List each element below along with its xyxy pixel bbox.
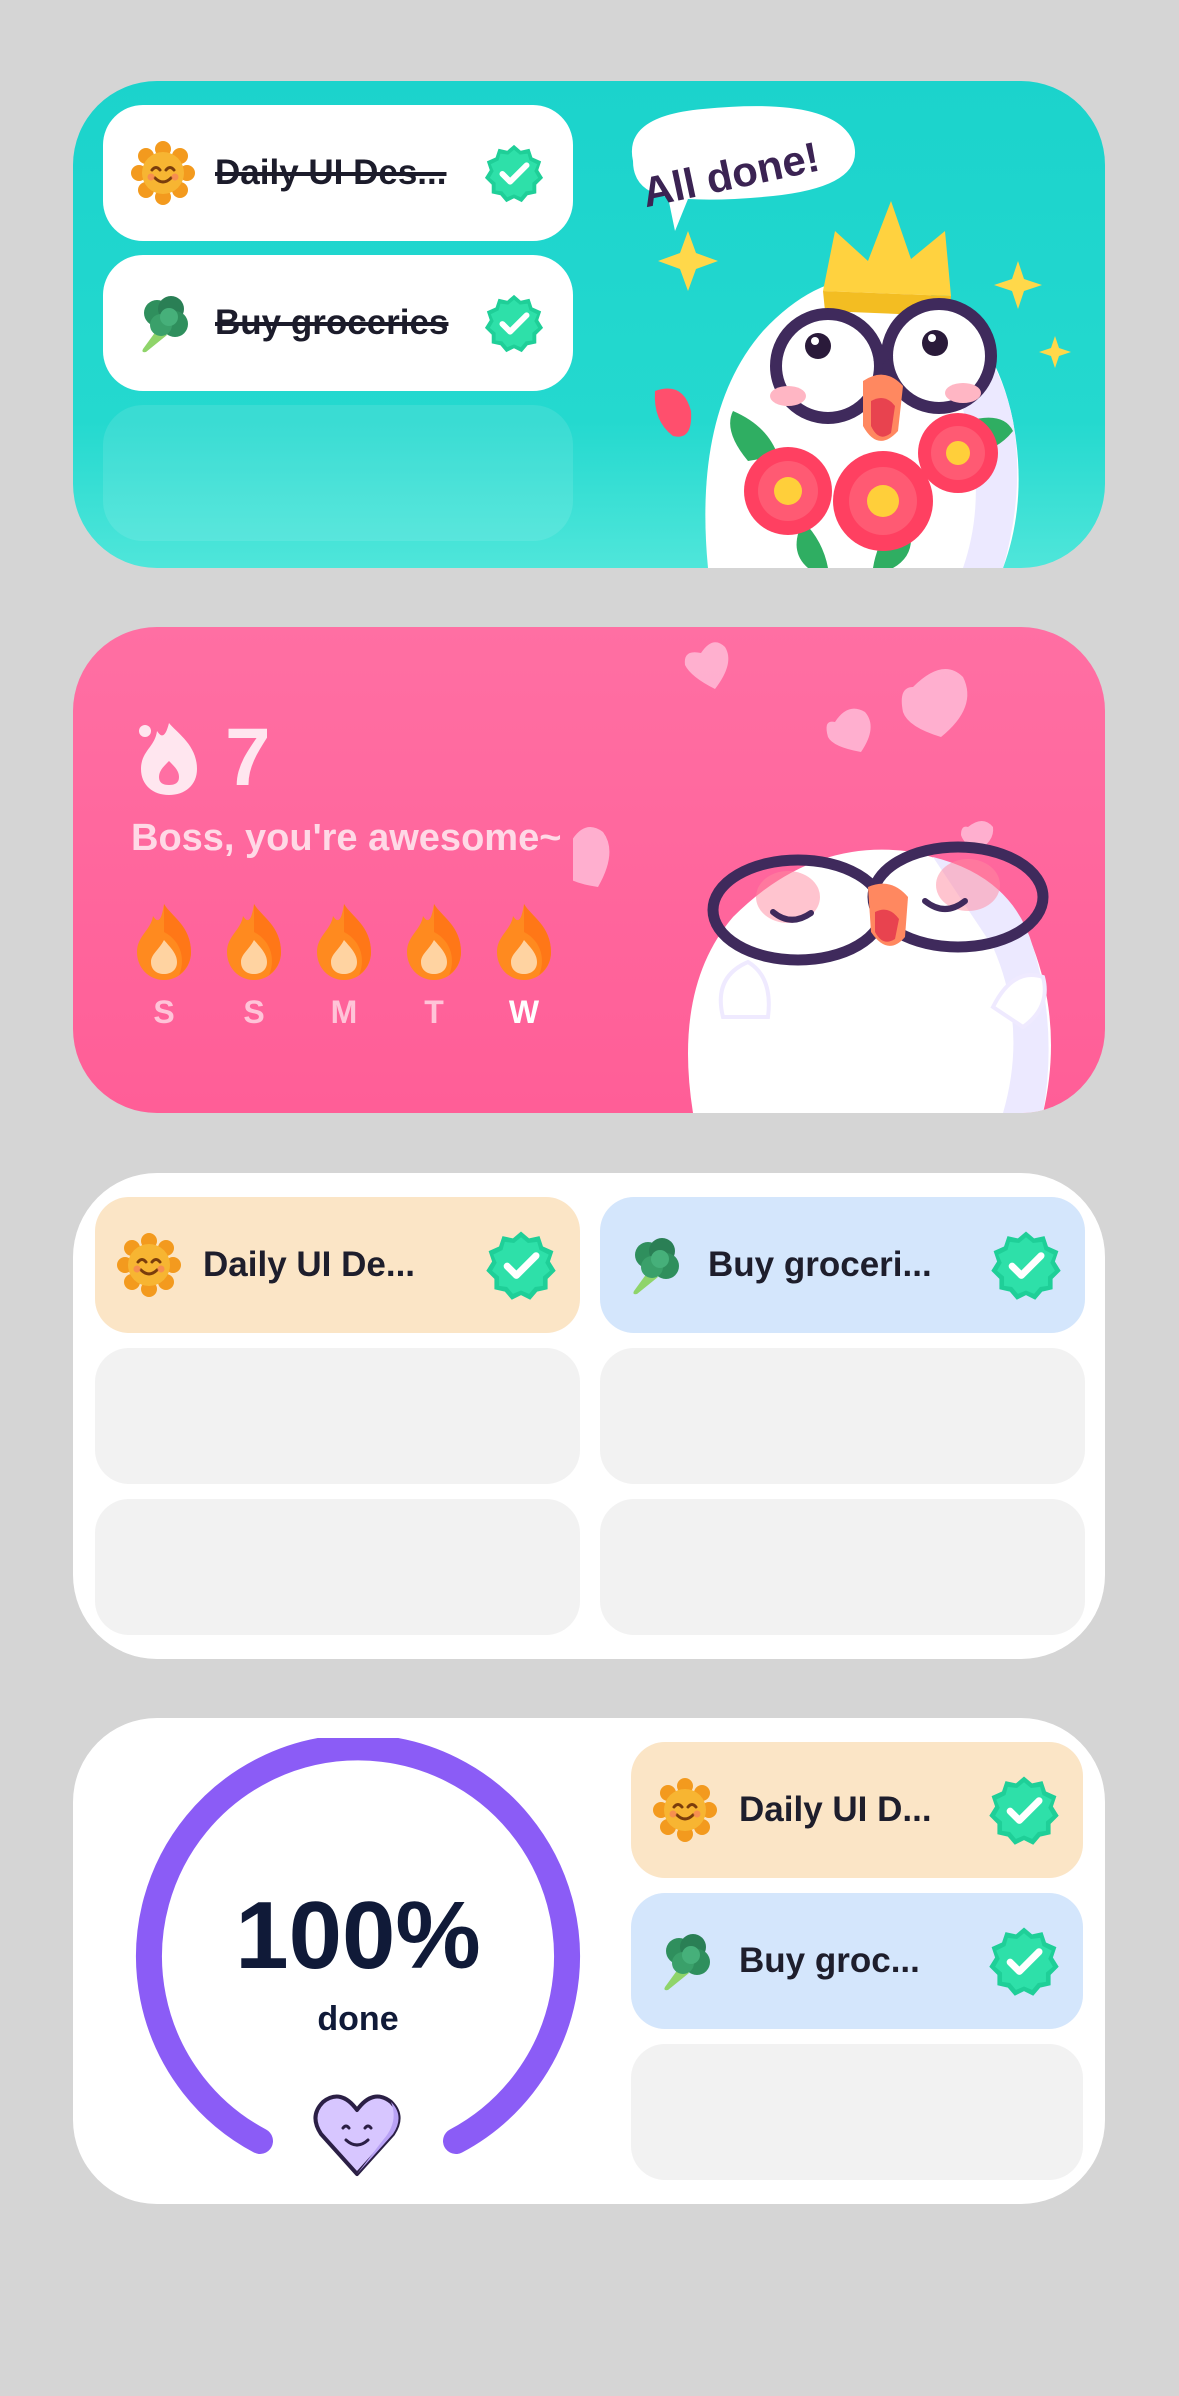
smiling-sun-icon — [131, 141, 195, 205]
day-item: T — [401, 902, 467, 1031]
check-badge-icon[interactable] — [483, 142, 545, 204]
check-badge-icon[interactable] — [483, 292, 545, 354]
motivation-text: Boss, you're awesome~ — [131, 817, 562, 859]
empty-task-slot — [103, 405, 573, 541]
day-item: S — [131, 902, 197, 1031]
day-label: T — [424, 994, 444, 1030]
broccoli-icon — [653, 1929, 717, 1993]
smiling-heart-icon — [313, 2094, 401, 2176]
check-badge-icon[interactable] — [989, 1228, 1063, 1302]
todo-done-widget[interactable]: Daily UI Des... Buy groceries All done! — [73, 81, 1105, 568]
day-label: M — [330, 994, 358, 1030]
task-label: Buy groceri... — [708, 1245, 932, 1284]
progress-sub-label: done — [317, 2000, 399, 2038]
day-label: W — [508, 994, 540, 1030]
broccoli-icon — [622, 1233, 686, 1297]
streak-count: 7 — [225, 712, 271, 803]
flame-icon — [491, 902, 557, 982]
empty-task-slot — [631, 2044, 1083, 2180]
day-item-today: W — [491, 902, 557, 1031]
broccoli-icon — [131, 291, 195, 355]
flame-icon — [221, 902, 287, 982]
task-label: Buy groc... — [739, 1941, 920, 1980]
day-label: S — [243, 994, 265, 1030]
empty-task-slot — [600, 1348, 1085, 1484]
smiling-sun-icon — [117, 1233, 181, 1297]
weekday-streak-row: S S M T W — [131, 902, 557, 1031]
smiling-sun-icon — [653, 1778, 717, 1842]
streak-widget[interactable]: 7 Boss, you're awesome~ S S M T W — [73, 627, 1105, 1113]
empty-task-slot — [600, 1499, 1085, 1635]
flame-icon — [401, 902, 467, 982]
task-item-daily-ui[interactable]: Daily UI Des... — [103, 105, 573, 241]
day-item: M — [311, 902, 377, 1031]
flame-icon — [131, 902, 197, 982]
flame-icon — [311, 902, 377, 982]
check-badge-icon[interactable] — [987, 1773, 1061, 1847]
day-label: S — [153, 994, 175, 1030]
task-item-groceries[interactable]: Buy groc... — [631, 1893, 1083, 2029]
empty-task-slot — [95, 1348, 580, 1484]
empty-task-slot — [95, 1499, 580, 1635]
progress-percent: 100% — [235, 1882, 481, 1989]
progress-widget[interactable]: 100% done Daily UI D... Buy groc... — [73, 1718, 1105, 2204]
bird-mascot-blushing-illustration — [573, 642, 1051, 1113]
task-item-daily-ui[interactable]: Daily UI De... — [95, 1197, 580, 1333]
task-item-groceries[interactable]: Buy groceri... — [600, 1197, 1085, 1333]
check-badge-icon[interactable] — [484, 1228, 558, 1302]
task-label: Daily UI D... — [739, 1790, 932, 1829]
task-label: Daily UI Des... — [215, 153, 447, 192]
day-item: S — [221, 902, 287, 1031]
flame-outline-icon — [139, 723, 197, 795]
task-grid-widget[interactable]: Daily UI De... Buy groceri... — [73, 1173, 1105, 1659]
task-label: Daily UI De... — [203, 1245, 416, 1284]
task-item-groceries[interactable]: Buy groceries — [103, 255, 573, 391]
task-label: Buy groceries — [215, 303, 449, 342]
task-item-daily-ui[interactable]: Daily UI D... — [631, 1742, 1083, 1878]
streak-counter: 7 — [131, 717, 271, 799]
check-badge-icon[interactable] — [987, 1924, 1061, 1998]
